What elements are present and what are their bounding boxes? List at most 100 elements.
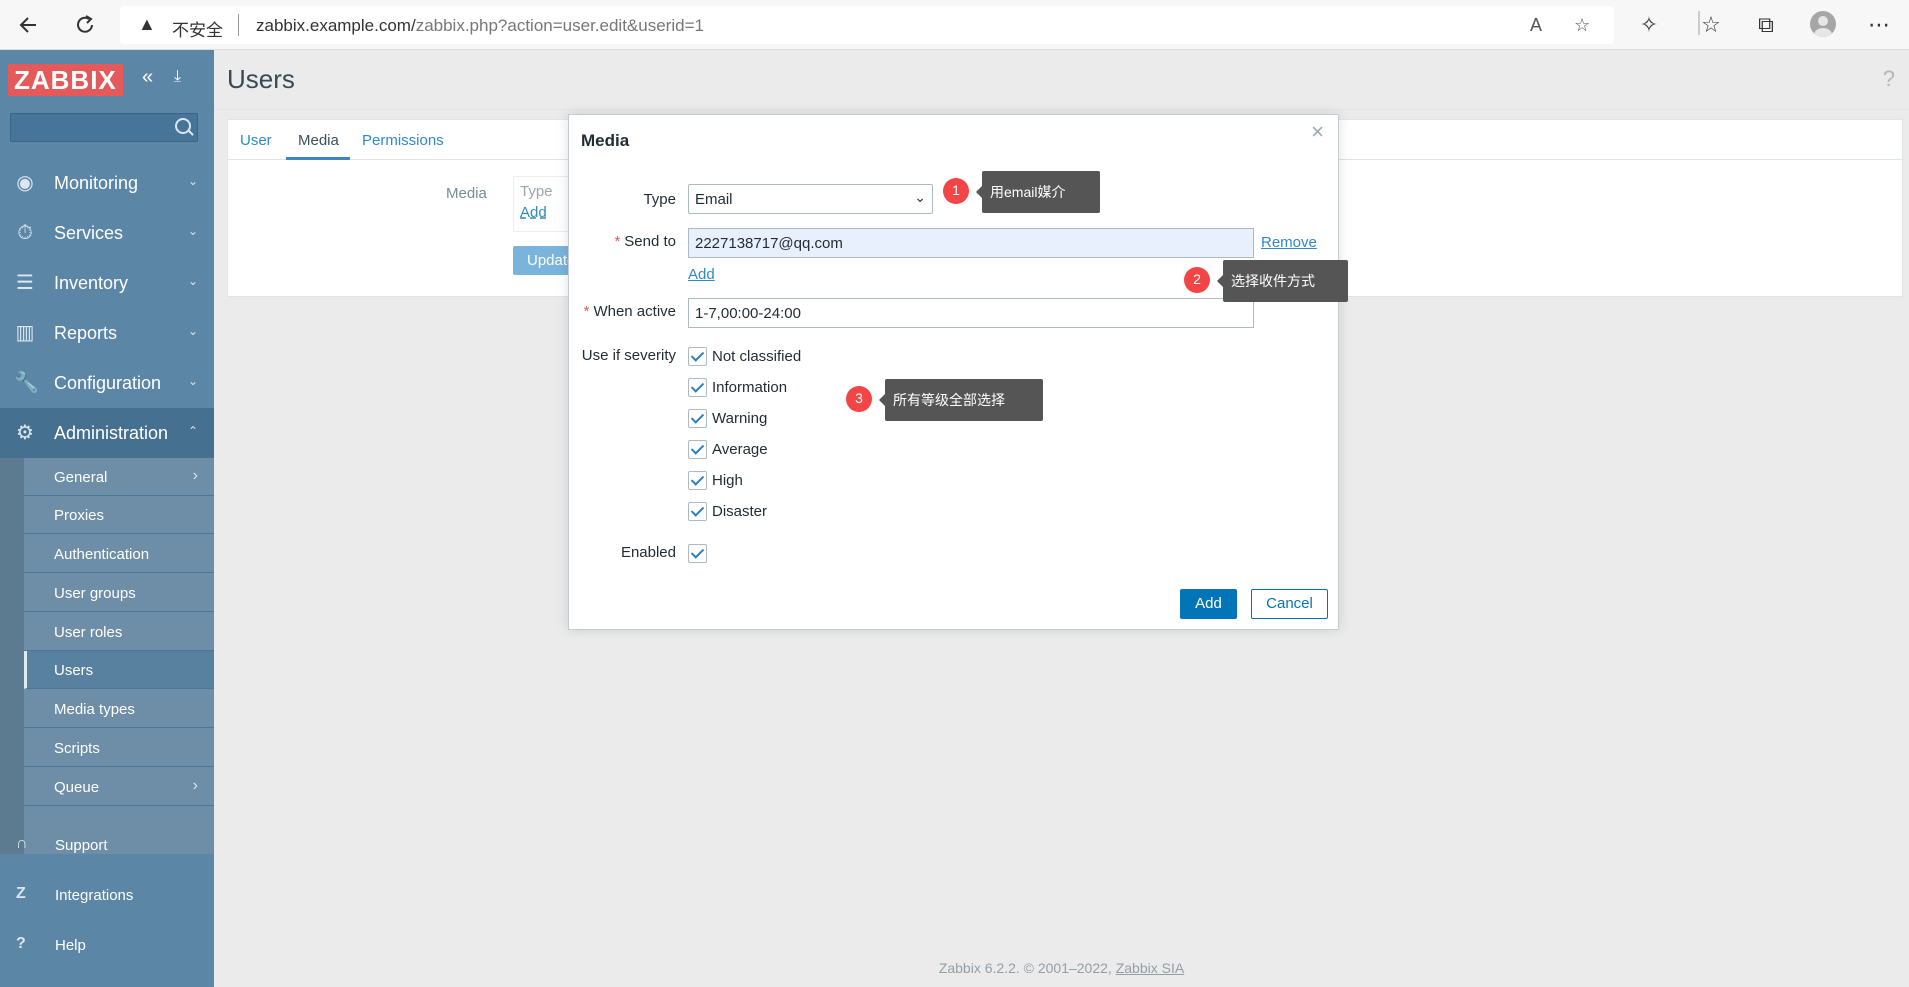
severity-label-text: Average — [712, 441, 768, 458]
when-active-label: * When active — [583, 303, 676, 320]
zabbix-logo[interactable]: ZABBIX — [8, 64, 123, 96]
nav-reports-label: Reports — [54, 323, 118, 343]
sidebar-item-general[interactable]: General › — [24, 458, 214, 496]
nav-reports[interactable]: ▥ Reports ⌄ — [0, 308, 214, 358]
checkbox-checked[interactable] — [688, 471, 707, 490]
checkbox-checked[interactable] — [688, 440, 707, 459]
enabled-checkbox[interactable] — [688, 544, 707, 563]
help-icon[interactable]: ? — [1883, 66, 1895, 92]
sidebar-item-user-groups[interactable]: User groups — [24, 574, 214, 612]
severity-label-text: Disaster — [712, 503, 768, 520]
back-arrow-icon[interactable] — [16, 12, 42, 38]
bar-chart-icon: ▥ — [15, 322, 35, 344]
favorite-add-icon[interactable]: ☆ — [1574, 15, 1590, 36]
sidebar-item-label: Proxies — [54, 507, 105, 524]
nav-services[interactable]: ⏱ Services ⌄ — [0, 208, 214, 258]
sidebar-search-input[interactable] — [10, 113, 198, 142]
favorites-icon[interactable]: ☆ — [1698, 12, 1724, 38]
checkbox-checked[interactable] — [688, 378, 707, 397]
collections-icon[interactable]: ⧉ — [1753, 12, 1779, 38]
add-send-to-link[interactable]: Add — [688, 266, 715, 283]
extensions-icon[interactable]: ✧ — [1636, 12, 1662, 38]
dialog-cancel-button[interactable]: Cancel — [1251, 589, 1328, 619]
footer-link[interactable]: Zabbix SIA — [1116, 960, 1184, 976]
collapse-sidebar-icon[interactable]: « — [142, 66, 153, 89]
checkbox-checked[interactable] — [688, 502, 707, 521]
checkbox-checked[interactable] — [688, 347, 707, 366]
nav-configuration[interactable]: 🔧 Configuration ⌄ — [0, 358, 214, 408]
type-label: Type — [643, 191, 676, 208]
severity-label-text: High — [712, 472, 743, 489]
sidebar-item-label: User groups — [54, 585, 136, 602]
search-icon[interactable] — [175, 118, 191, 134]
sidebar-item-authentication[interactable]: Authentication — [24, 535, 214, 573]
url-text: zabbix.example.com/zabbix.php?action=use… — [256, 16, 704, 35]
nav-monitoring[interactable]: ◉ Monitoring ⌄ — [0, 158, 214, 208]
send-to-label: * Send to — [614, 233, 676, 250]
read-aloud-icon[interactable]: A — [1530, 15, 1542, 36]
media-field-label: Media — [446, 185, 487, 202]
sidebar-item-queue[interactable]: Queue › — [24, 768, 214, 806]
annotation-marker-3: 3 — [846, 386, 872, 412]
sidebar-item-scripts[interactable]: Scripts — [24, 729, 214, 767]
nav-integrations[interactable]: Z Integrations — [0, 875, 214, 915]
severity-label-text: Information — [712, 379, 788, 396]
type-select[interactable]: Email ⌄ — [688, 184, 933, 214]
nav-inventory-label: Inventory — [54, 273, 129, 293]
chevron-up-icon: ⌃ — [187, 424, 198, 438]
severity-label: Use if severity — [581, 347, 676, 364]
chevron-down-icon: ⌄ — [187, 174, 198, 188]
nav-support-label: Support — [55, 837, 108, 854]
remove-link[interactable]: Remove — [1261, 234, 1317, 251]
sidebar-item-users[interactable]: Users — [24, 651, 214, 689]
address-bar[interactable]: ▲ 不安全 zabbix.example.com/zabbix.php?acti… — [120, 6, 1614, 44]
annotation-tip-3: 所有等级全部选择 — [879, 379, 1043, 421]
sidebar-item-proxies[interactable]: Proxies — [24, 496, 214, 534]
list-icon: ☰ — [16, 272, 34, 294]
sidebar-item-media-types[interactable]: Media types — [24, 690, 214, 728]
chevron-right-icon: › — [192, 777, 198, 794]
send-to-input[interactable]: 2227138717@qq.com — [688, 228, 1254, 258]
dialog-add-button[interactable]: Add — [1180, 589, 1237, 619]
nav-help[interactable]: ? Help — [0, 925, 214, 965]
eye-icon: ◉ — [16, 172, 34, 194]
tab-user[interactable]: User — [240, 132, 272, 149]
refresh-icon[interactable] — [72, 12, 98, 38]
insecure-label: 不安全 — [172, 21, 223, 40]
sidebar-item-label: User roles — [54, 624, 123, 641]
severity-label-text: Warning — [712, 410, 768, 427]
chevron-down-icon: ⌄ — [187, 274, 198, 288]
tab-media[interactable]: Media — [298, 132, 339, 149]
type-select-value: Email — [695, 191, 733, 208]
profile-avatar[interactable] — [1810, 11, 1836, 37]
chevron-down-icon: ⌄ — [187, 324, 198, 338]
dialog-title: Media — [581, 131, 630, 150]
tab-permissions[interactable]: Permissions — [362, 132, 444, 149]
media-add-link[interactable]: Add — [520, 204, 547, 221]
close-icon[interactable]: × — [1311, 119, 1324, 145]
media-table-header-type: Type — [520, 183, 553, 200]
annotation-tip-1: 用email媒介 — [976, 171, 1100, 213]
warning-icon: ▲ — [138, 14, 156, 34]
sidebar-item-label: Queue — [54, 779, 100, 796]
question-icon: ? — [16, 935, 26, 952]
sidebar-item-user-roles[interactable]: User roles — [24, 613, 214, 651]
nav-support[interactable]: ∩ Support — [0, 825, 214, 865]
kiosk-mode-icon[interactable]: ⤓ — [174, 68, 181, 86]
chevron-down-icon: ⌄ — [187, 224, 198, 238]
annotation-marker-1: 1 — [943, 178, 969, 204]
chevron-down-icon: ⌄ — [187, 374, 198, 388]
headset-icon: ∩ — [16, 835, 28, 852]
page-header: Users ? — [214, 50, 1909, 110]
checkbox-checked[interactable] — [688, 409, 707, 428]
footer-text: Zabbix 6.2.2. © 2001–2022, — [938, 960, 1116, 976]
sidebar-item-label: General — [54, 469, 108, 486]
page-title: Users — [227, 64, 295, 94]
nav-administration[interactable]: ⚙ Administration ⌃ — [0, 408, 214, 458]
nav-monitoring-label: Monitoring — [54, 173, 139, 193]
more-menu-icon[interactable]: ⋯ — [1866, 12, 1892, 38]
wrench-icon: 🔧 — [14, 372, 39, 394]
nav-administration-label: Administration — [54, 423, 169, 443]
nav-inventory[interactable]: ☰ Inventory ⌄ — [0, 258, 214, 308]
when-active-input[interactable]: 1-7,00:00-24:00 — [688, 298, 1254, 328]
